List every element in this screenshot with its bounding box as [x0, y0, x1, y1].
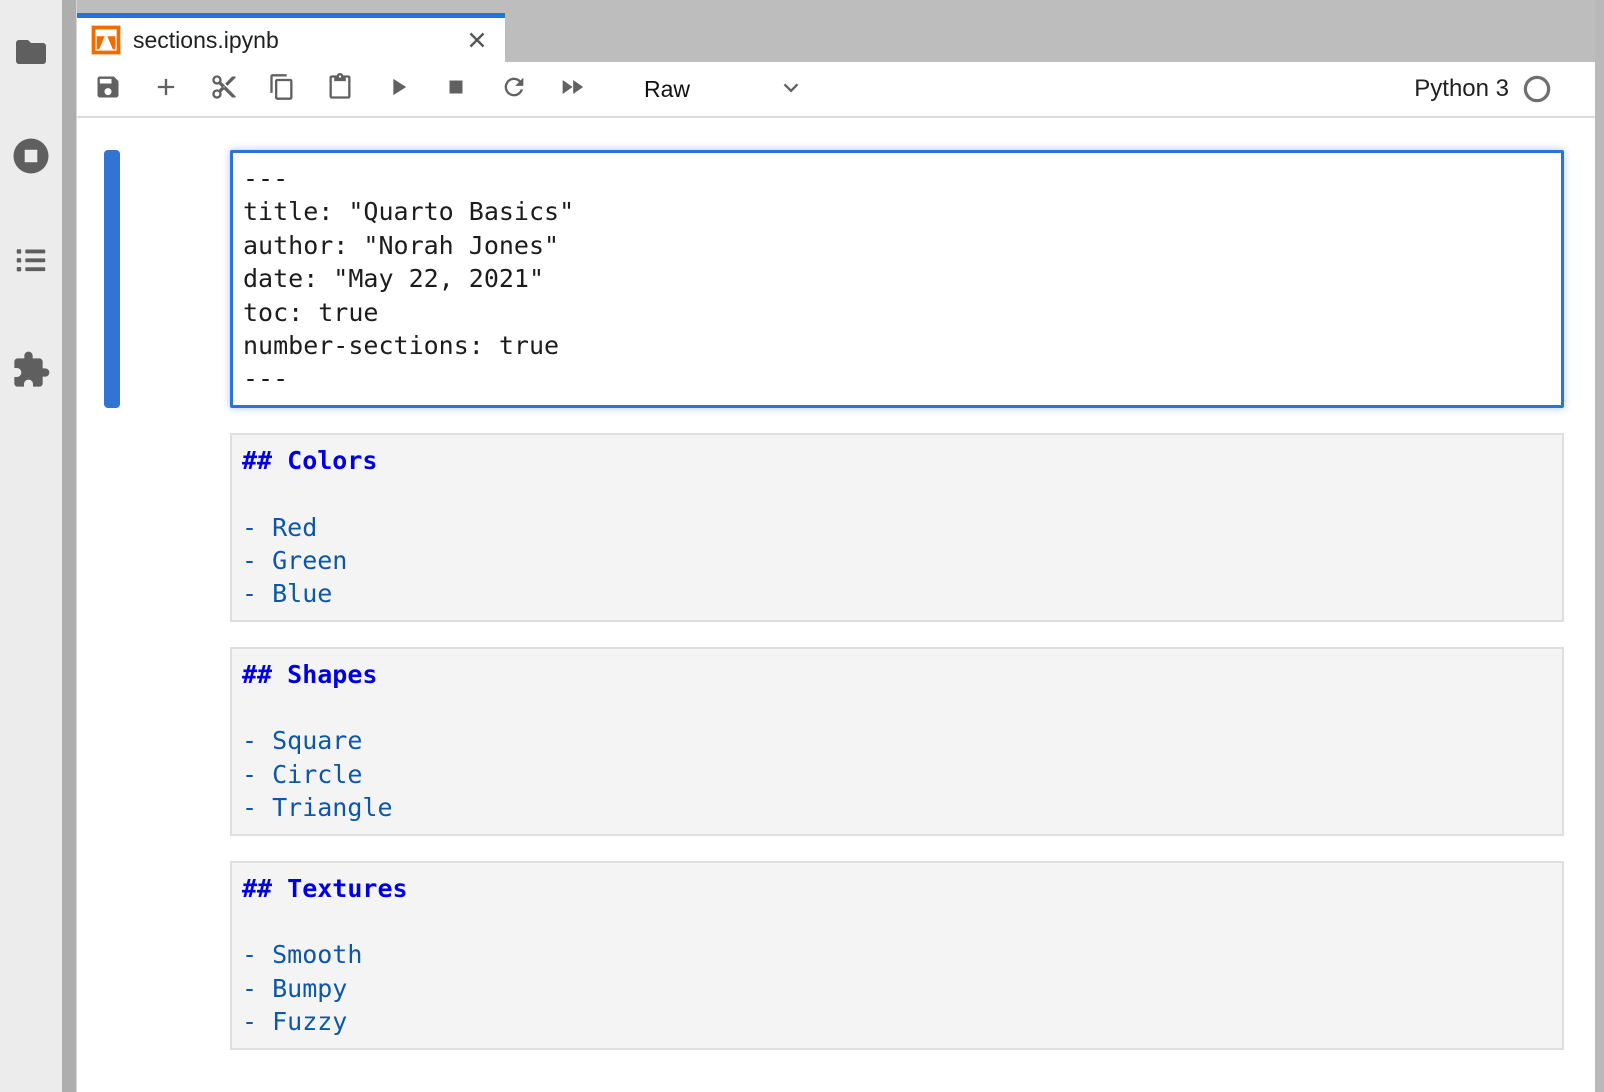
folder-icon — [13, 34, 49, 70]
tab-sections-ipynb[interactable]: sections.ipynb — [77, 13, 505, 62]
tab-bar: sections.ipynb — [77, 0, 1604, 62]
notebook-area: --- title: "Quarto Basics" author: "Nora… — [77, 120, 1604, 1092]
markdown-cell-editor[interactable]: ## Colors - Red - Green - Blue — [230, 433, 1564, 622]
md-list-item: - Fuzzy — [242, 1005, 1552, 1038]
markdown-cell: ## Colors - Red - Green - Blue — [104, 433, 1564, 622]
md-list-item: - Smooth — [242, 938, 1552, 971]
save-button[interactable] — [79, 65, 137, 113]
md-list-item: - Blue — [242, 577, 1552, 610]
puzzle-icon — [11, 350, 51, 390]
code-line: --- — [243, 362, 1551, 395]
sidebar-item-table-of-contents[interactable] — [0, 232, 62, 288]
raw-cell-editor[interactable]: --- title: "Quarto Basics" author: "Nora… — [230, 150, 1564, 408]
cell-type-select[interactable]: Raw — [644, 74, 804, 105]
stop-icon — [443, 74, 469, 105]
sidebar-divider — [62, 0, 76, 1092]
main-panel: sections.ipynb — [76, 0, 1604, 1092]
copy-icon — [268, 73, 296, 106]
kernel-status-icon — [1522, 74, 1552, 104]
md-list-item: - Square — [242, 724, 1552, 757]
cell-collapser[interactable] — [104, 861, 120, 1050]
markdown-cell-editor[interactable]: ## Textures - Smooth - Bumpy - Fuzzy — [230, 861, 1564, 1050]
code-line: date: "May 22, 2021" — [243, 262, 1551, 295]
blank-line — [242, 691, 1552, 724]
md-list-item: - Green — [242, 544, 1552, 577]
md-heading: ## Shapes — [242, 658, 1552, 691]
md-heading: ## Colors — [242, 444, 1552, 477]
markdown-cell: ## Shapes - Square - Circle - Triangle — [104, 647, 1564, 836]
sidebar-item-running-kernels[interactable] — [0, 128, 62, 184]
cell-collapser[interactable] — [104, 150, 120, 408]
tab-title: sections.ipynb — [133, 27, 279, 54]
md-list-item: - Bumpy — [242, 972, 1552, 1005]
interrupt-kernel-button[interactable] — [427, 65, 485, 113]
cut-cells-button[interactable] — [195, 65, 253, 113]
cell-prompt — [120, 861, 230, 1050]
cell-prompt — [120, 647, 230, 836]
sidebar-item-extension-manager[interactable] — [0, 342, 62, 398]
chevron-down-icon — [778, 74, 804, 105]
scrollbar-track — [1595, 0, 1604, 1092]
insert-cell-button[interactable] — [137, 65, 195, 113]
code-line: author: "Norah Jones" — [243, 229, 1551, 262]
notebook-toolbar: Raw Python 3 — [77, 62, 1604, 118]
insert-cell-icon — [152, 73, 180, 106]
raw-cell: --- title: "Quarto Basics" author: "Nora… — [104, 150, 1564, 408]
md-list-item: - Red — [242, 511, 1552, 544]
md-list-item: - Triangle — [242, 791, 1552, 824]
md-heading: ## Textures — [242, 872, 1552, 905]
code-line: number-sections: true — [243, 329, 1551, 362]
cell-collapser[interactable] — [104, 433, 120, 622]
cut-icon — [210, 73, 238, 106]
cell-prompt — [120, 150, 230, 408]
jupyterlab-window: sections.ipynb — [0, 0, 1604, 1092]
code-line: --- — [243, 162, 1551, 195]
cell-prompt — [120, 433, 230, 622]
cell-collapser[interactable] — [104, 647, 120, 836]
markdown-cell-editor[interactable]: ## Shapes - Square - Circle - Triangle — [230, 647, 1564, 836]
restart-kernel-button[interactable] — [485, 65, 543, 113]
md-list-item: - Circle — [242, 758, 1552, 791]
notebook-icon — [91, 25, 121, 55]
save-icon — [94, 73, 122, 106]
code-line: toc: true — [243, 296, 1551, 329]
copy-cells-button[interactable] — [253, 65, 311, 113]
run-cell-button[interactable] — [369, 65, 427, 113]
restart-run-all-button[interactable] — [543, 65, 601, 113]
paste-icon — [326, 73, 354, 106]
kernel-name[interactable]: Python 3 — [1414, 75, 1509, 103]
markdown-cell: ## Textures - Smooth - Bumpy - Fuzzy — [104, 861, 1564, 1050]
blank-line — [242, 905, 1552, 938]
code-line: title: "Quarto Basics" — [243, 195, 1551, 228]
close-icon[interactable] — [463, 26, 491, 54]
cell-type-value: Raw — [644, 76, 690, 103]
restart-icon — [500, 73, 528, 106]
sidebar-item-file-browser[interactable] — [0, 24, 62, 80]
run-all-icon — [558, 73, 586, 106]
paste-cells-button[interactable] — [311, 65, 369, 113]
stop-circle-icon — [10, 135, 52, 177]
activity-bar — [0, 0, 62, 1092]
list-icon — [12, 241, 50, 279]
blank-line — [242, 477, 1552, 510]
run-icon — [384, 73, 412, 106]
